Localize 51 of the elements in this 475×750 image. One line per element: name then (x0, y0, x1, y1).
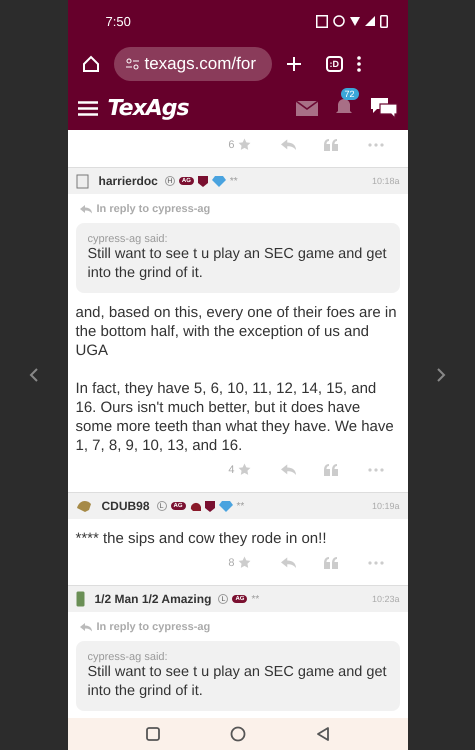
battery-icon (380, 14, 388, 28)
chevron-left-icon[interactable] (28, 368, 39, 382)
star-icon[interactable] (238, 556, 250, 569)
phone-icon (76, 591, 84, 607)
reply-icon (80, 622, 92, 632)
shield-icon (198, 176, 208, 186)
back-icon[interactable] (316, 727, 330, 741)
username[interactable]: harrierdoc (98, 174, 158, 188)
post-time: 10:19a (372, 501, 400, 511)
star-icon[interactable] (238, 138, 250, 151)
signal-icon (364, 16, 374, 26)
recents-icon[interactable] (146, 727, 160, 741)
address-field[interactable]: texags.com/for (114, 47, 272, 81)
rank-stars: ** (236, 500, 244, 512)
home-icon[interactable] (230, 726, 246, 742)
post-text: and, based on this, every one of their foes are in the bottom half, with the exception of us and UGA (74, 303, 398, 360)
gem-icon (212, 176, 226, 186)
username[interactable]: 1/2 Man 1/2 Amazing (94, 592, 212, 606)
star-icon[interactable] (238, 463, 250, 476)
alarm-icon (332, 15, 344, 27)
reply-icon (80, 204, 92, 214)
notification-badge: 72 (340, 88, 359, 100)
quote-author: cypress-ag said: (88, 651, 169, 663)
menu-icon[interactable] (78, 100, 98, 116)
chat-icon[interactable] (370, 97, 398, 119)
gem-icon (218, 500, 233, 512)
note-icon (76, 174, 88, 188)
post-time: 10:23a (372, 594, 400, 604)
shield-icon (204, 500, 215, 512)
like-count: 8 (228, 556, 234, 568)
site-logo[interactable]: TexAgs (108, 96, 189, 120)
plus-icon[interactable] (286, 56, 302, 72)
helmet-icon (190, 500, 201, 512)
quote-text: Still want to see t u play an SEC game and get into the grind of it. (88, 245, 388, 283)
status-time: 7:50 (106, 14, 131, 28)
chevron-right-icon[interactable] (436, 368, 446, 382)
post-time: 10:18a (372, 176, 400, 186)
menu-icon[interactable] (357, 56, 361, 72)
mail-icon[interactable] (296, 100, 318, 116)
post-text: In fact, they have 5, 6, 10, 11, 12, 14, 15, and 16. Ours isn't much better, but it does have some more teeth than what they have. We have 1, 7, 8, 9, 10, 13, and 16. (74, 379, 395, 455)
username[interactable]: CDUB98 (102, 499, 150, 513)
wifi-icon (350, 16, 360, 26)
like-count: 6 (228, 138, 234, 150)
quote-text: Still want to see t u play an SEC game and get into the grind of it. (88, 663, 388, 701)
rank-stars: ** (251, 594, 260, 604)
quote-author: cypress-ag said: (88, 233, 169, 245)
like-count: 4 (228, 464, 234, 476)
rank-stars: ** (230, 176, 238, 186)
tabs-button[interactable]: :D (326, 56, 343, 72)
post-text: **** the sips and cow they rode in on!! (74, 529, 328, 548)
site-settings-icon[interactable] (126, 58, 138, 70)
